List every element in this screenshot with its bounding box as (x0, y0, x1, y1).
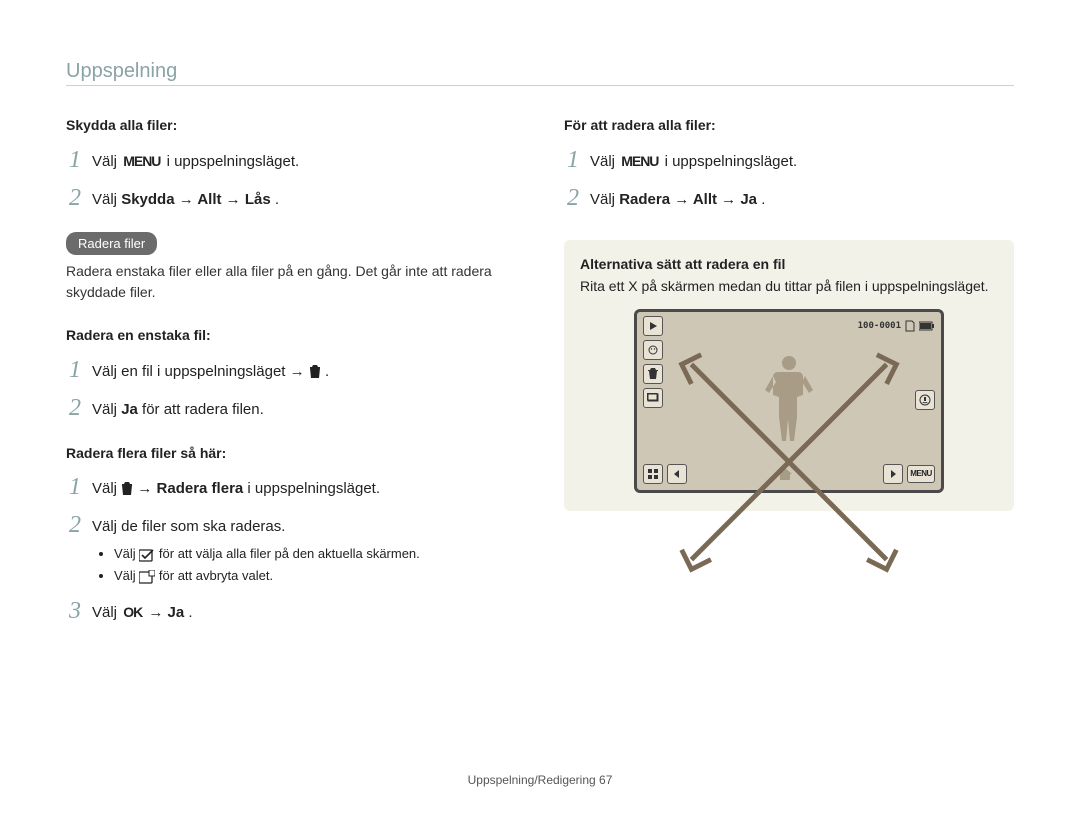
text-bold: Radera flera (157, 480, 244, 497)
bullet-cancel: Välj för att avbryta valet. (114, 565, 420, 587)
step-number: 1 (66, 148, 84, 172)
select-all-icon (139, 548, 155, 562)
text: för att välja alla filer på den aktuella… (159, 546, 420, 561)
protect-step-1: 1 Välj MENU i uppspelningsläget. (66, 146, 516, 174)
single-step-1: 1 Välj en fil i uppspelningsläget → . (66, 356, 516, 384)
bullet-select-all: Välj för att välja alla filer på den akt… (114, 543, 420, 565)
text: Välj (92, 401, 121, 418)
single-step-2: 2 Välj Ja för att radera filen. (66, 394, 516, 422)
text: . (188, 604, 192, 621)
thumbnail-view-icon (643, 464, 663, 484)
text: Välj (92, 153, 121, 170)
text: i uppspelningsläget. (247, 480, 380, 497)
camera-screen-illustration: 100-0001 (634, 309, 944, 493)
left-column: Skydda alla filer: 1 Välj MENU i uppspel… (66, 116, 516, 625)
text: Välj (92, 480, 121, 497)
note-box: Alternativa sätt att radera en fil Rita … (564, 240, 1014, 511)
note-title: Alternativa sätt att radera en fil (580, 256, 998, 272)
heading-delete-all: För att radera alla filer: (564, 116, 1014, 136)
text-bold: Ja (121, 401, 138, 418)
slideshow-icon (643, 388, 663, 408)
text: Välj (92, 604, 121, 621)
memory-card-icon (904, 320, 916, 332)
trash-button-icon (643, 364, 663, 384)
step-number: 3 (66, 599, 84, 623)
note-text: Rita ett X på skärmen medan du tittar på… (580, 276, 998, 297)
step-number: 1 (564, 148, 582, 172)
pill-description: Radera enstaka filer eller alla filer på… (66, 261, 516, 304)
step-number: 1 (66, 475, 84, 499)
right-column: För att radera alla filer: 1 Välj MENU i… (564, 116, 1014, 625)
menu-icon: MENU (121, 153, 162, 169)
text-bold: Radera → Allt → Ja (619, 191, 757, 208)
multi-step-3: 3 Välj OK → Ja . (66, 597, 516, 625)
heading-single-delete: Radera en enstaka fil: (66, 326, 516, 346)
text: i uppspelningsläget. (665, 153, 798, 170)
trash-icon (309, 365, 321, 379)
menu-button-icon: MENU (907, 465, 935, 483)
text-bold: Ja (168, 604, 185, 621)
menu-icon: MENU (619, 153, 660, 169)
face-detect-icon (643, 340, 663, 360)
page-title: Uppspelning (66, 60, 1014, 83)
multi-step-2: 2 Välj de filer som ska raderas. Välj fö… (66, 511, 516, 587)
heading-multi-delete: Radera flera filer så här: (66, 444, 516, 464)
text: för att radera filen. (142, 401, 264, 418)
step-number: 2 (66, 513, 84, 537)
x-gesture-overlay (667, 340, 911, 584)
text: . (275, 191, 279, 208)
battery-icon (919, 321, 935, 331)
text: → (137, 480, 156, 497)
step-number: 2 (66, 396, 84, 420)
frame-counter: 100-0001 (858, 321, 901, 331)
step-number: 2 (66, 186, 84, 210)
header-rule (66, 85, 1014, 86)
text: . (325, 363, 329, 380)
step-number: 2 (564, 186, 582, 210)
deselect-icon (139, 570, 155, 584)
ok-icon: OK (121, 604, 144, 620)
step-number: 1 (66, 358, 84, 382)
text: Välj en fil i uppspelningsläget → (92, 363, 309, 380)
text: Välj (114, 568, 139, 583)
play-mode-icon (643, 316, 663, 336)
text: Välj (114, 546, 139, 561)
text: . (761, 191, 765, 208)
page-footer: Uppspelning/Redigering 67 (0, 773, 1080, 787)
text: i uppspelningsläget. (167, 153, 300, 170)
text: Välj (92, 191, 121, 208)
text: Välj (590, 191, 619, 208)
text: → (148, 604, 167, 621)
text: för att avbryta valet. (159, 568, 273, 583)
heading-protect-all: Skydda alla filer: (66, 116, 516, 136)
voice-memo-icon (915, 390, 935, 410)
protect-step-2: 2 Välj Skydda → Allt → Lås . (66, 184, 516, 212)
section-pill-radera-filer: Radera filer (66, 232, 157, 255)
all-step-2: 2 Välj Radera → Allt → Ja . (564, 184, 1014, 212)
text-bold: Skydda → Allt → Lås (121, 191, 270, 208)
trash-icon (121, 482, 133, 496)
text: Välj (590, 153, 619, 170)
multi-step-1: 1 Välj → Radera flera i uppspelningsläge… (66, 473, 516, 501)
text: Välj de filer som ska raderas. (92, 515, 420, 539)
all-step-1: 1 Välj MENU i uppspelningsläget. (564, 146, 1014, 174)
